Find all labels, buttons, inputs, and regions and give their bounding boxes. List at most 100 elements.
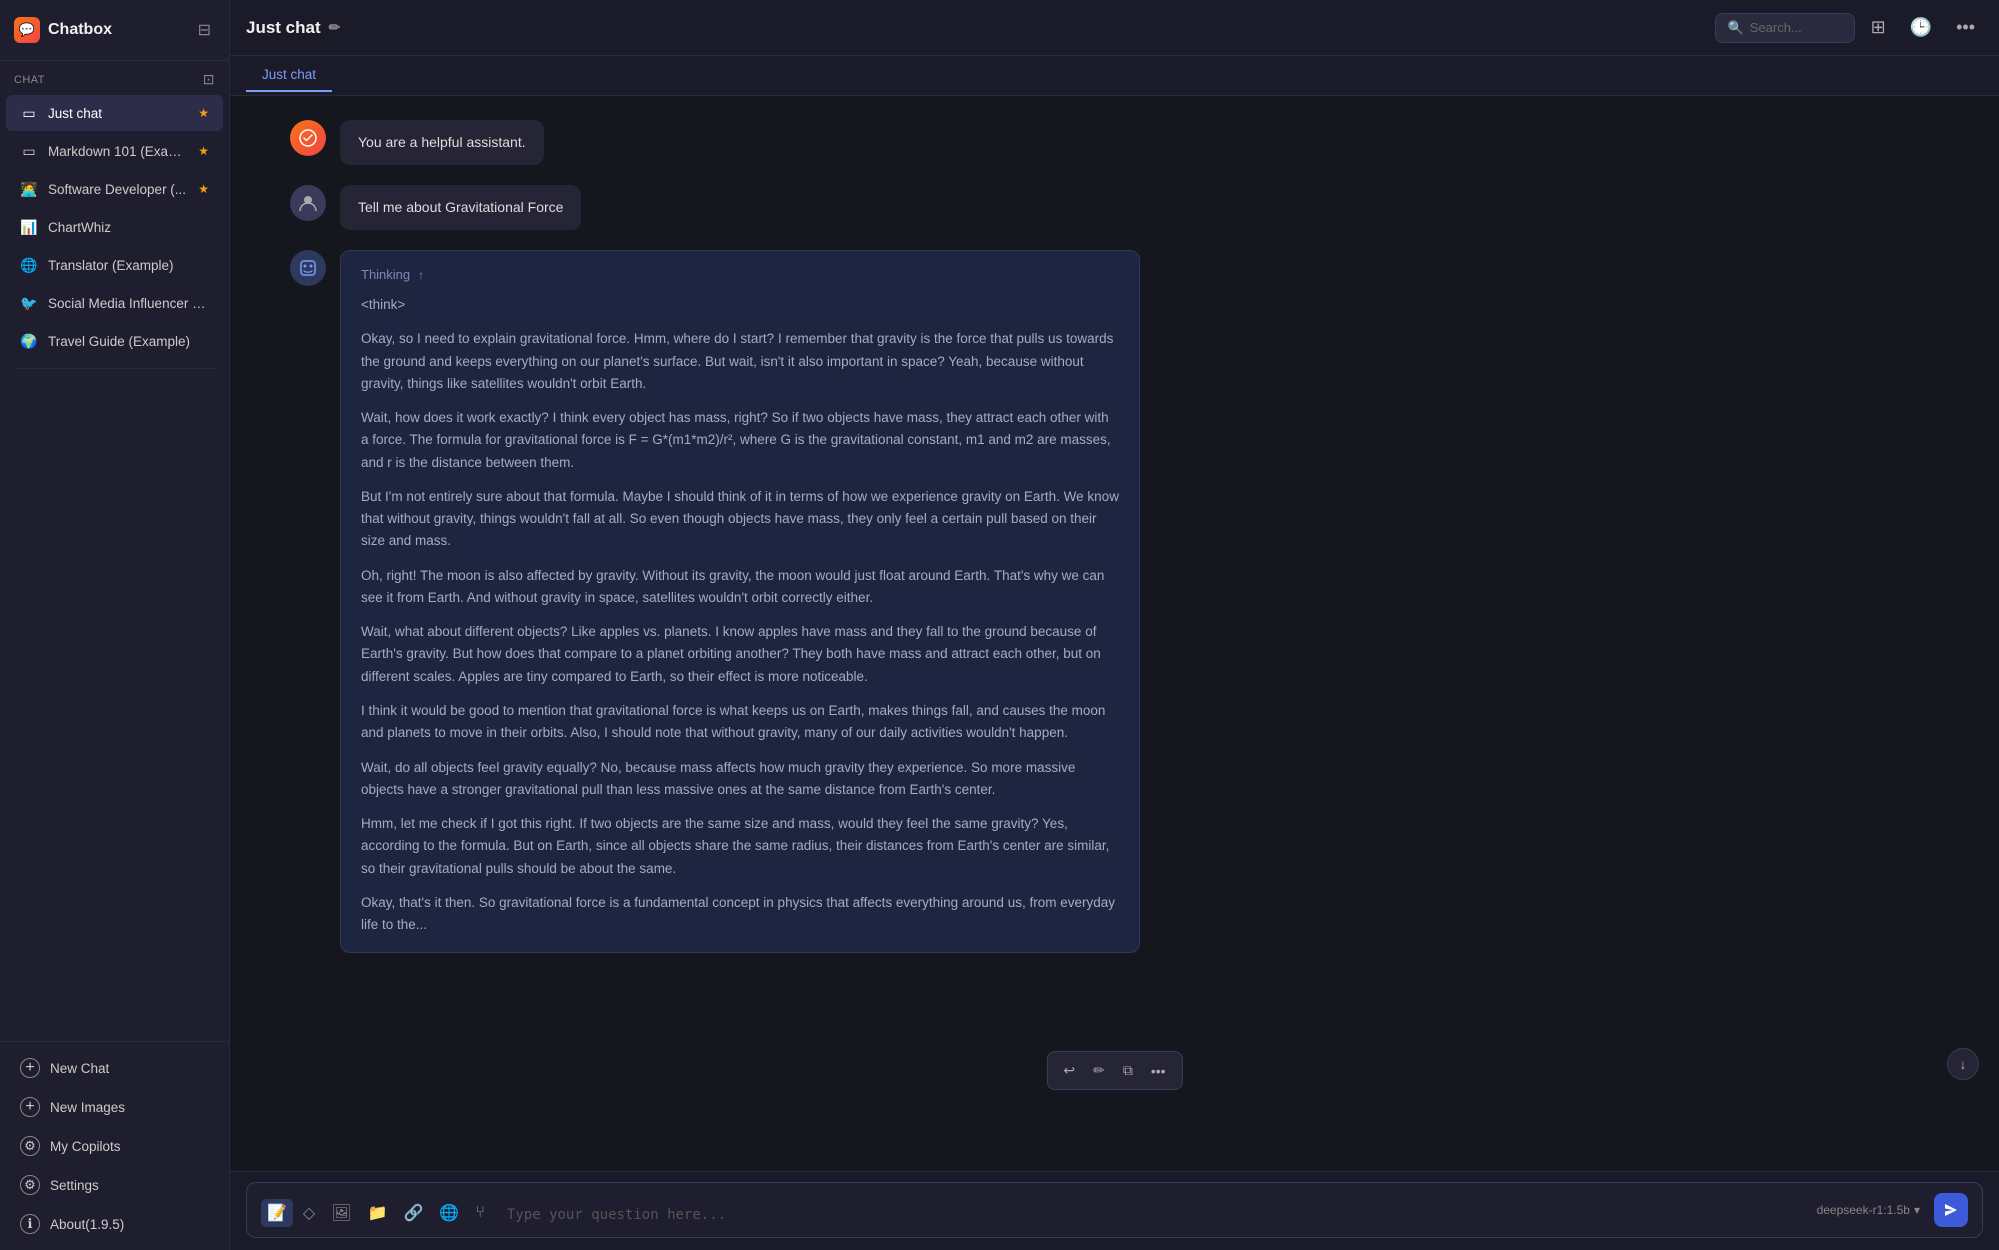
user-message-bubble: Tell me about Gravitational Force bbox=[340, 185, 581, 230]
user-message-row: Tell me about Gravitational Force bbox=[230, 185, 1999, 230]
thinking-header: Thinking ↑ bbox=[361, 267, 1119, 282]
settings-label: Settings bbox=[50, 1178, 99, 1193]
new-images-plus-icon: + bbox=[20, 1097, 40, 1117]
star-icon: ★ bbox=[198, 144, 209, 158]
input-right: deepseek-r1:1.5b ▾ bbox=[1811, 1193, 1968, 1227]
settings-button[interactable]: ⚙ Settings bbox=[6, 1166, 223, 1204]
sidebar-section-label: Chat ⊡ bbox=[0, 61, 229, 94]
sidebar-item-markdown[interactable]: ▭ Markdown 101 (Exam... ★ bbox=[6, 133, 223, 169]
floating-toolbar: ↩ ✏ ⧉ ••• bbox=[1046, 1051, 1182, 1090]
history-button[interactable]: 🕒 bbox=[1902, 13, 1940, 42]
user-message-text: Tell me about Gravitational Force bbox=[358, 199, 563, 215]
my-copilots-button[interactable]: ⚙ My Copilots bbox=[6, 1127, 223, 1165]
search-bar[interactable]: 🔍 Search... bbox=[1715, 13, 1855, 43]
sidebar-bottom: + New Chat + New Images ⚙ My Copilots ⚙ … bbox=[0, 1041, 229, 1250]
sidebar-divider bbox=[14, 368, 215, 369]
thinking-collapse-icon[interactable]: ↑ bbox=[418, 268, 424, 282]
text-tool-button[interactable]: 📝 bbox=[261, 1199, 293, 1227]
sidebar-item-label: Markdown 101 (Exam... bbox=[48, 144, 188, 159]
sidebar-item-label: ChartWhiz bbox=[48, 220, 209, 235]
chart-icon: 📊 bbox=[20, 218, 38, 236]
new-chat-plus-icon: + bbox=[20, 1058, 40, 1078]
sidebar-header: 💬 Chatbox ⊟ bbox=[0, 0, 229, 61]
sidebar-item-label: Translator (Example) bbox=[48, 258, 209, 273]
new-chat-button[interactable]: + New Chat bbox=[6, 1049, 223, 1087]
sidebar-item-travel-guide[interactable]: 🌍 Travel Guide (Example) bbox=[6, 323, 223, 359]
chat-icon: ▭ bbox=[20, 142, 38, 160]
folder-tool-button[interactable]: 📁 bbox=[362, 1199, 394, 1227]
link-tool-button[interactable]: 🔗 bbox=[397, 1199, 429, 1227]
layout-button[interactable]: ⊞ bbox=[1863, 13, 1894, 42]
thinking-para-6: I think it would be good to mention that… bbox=[361, 700, 1119, 745]
model-selector[interactable]: deepseek-r1:1.5b ▾ bbox=[1811, 1200, 1926, 1220]
search-placeholder: Search... bbox=[1750, 20, 1802, 35]
copy-button[interactable]: ⧉ bbox=[1115, 1056, 1141, 1085]
travel-icon: 🌍 bbox=[20, 332, 38, 350]
thinking-para-3: But I'm not entirely sure about that for… bbox=[361, 486, 1119, 553]
more-button[interactable]: ••• bbox=[1143, 1057, 1174, 1085]
tab-just-chat[interactable]: Just chat bbox=[246, 59, 332, 92]
system-message-row: You are a helpful assistant. bbox=[230, 120, 1999, 165]
model-chevron-icon: ▾ bbox=[1914, 1203, 1920, 1217]
social-icon: 🐦 bbox=[20, 294, 38, 312]
sidebar-item-translator[interactable]: 🌐 Translator (Example) bbox=[6, 247, 223, 283]
scroll-to-bottom-button[interactable]: ↓ bbox=[1947, 1048, 1979, 1080]
new-chat-label: New Chat bbox=[50, 1061, 109, 1076]
input-toolbar: 📝 ◇ 🖼 📁 🔗 🌐 ⑂ bbox=[261, 1199, 491, 1227]
branch-tool-button[interactable]: ⑂ bbox=[469, 1200, 491, 1226]
thinking-content: <think> Okay, so I need to explain gravi… bbox=[361, 294, 1119, 936]
tabs-bar: Just chat bbox=[230, 56, 1999, 96]
message-input[interactable] bbox=[507, 1205, 1801, 1227]
image-tool-button[interactable]: 🖼 bbox=[325, 1199, 357, 1227]
user-avatar bbox=[290, 185, 326, 221]
sidebar-toggle-button[interactable]: ⊟ bbox=[194, 16, 215, 44]
thinking-para-4: Oh, right! The moon is also affected by … bbox=[361, 565, 1119, 610]
model-label: deepseek-r1:1.5b bbox=[1817, 1203, 1910, 1217]
send-button[interactable] bbox=[1934, 1193, 1968, 1227]
more-options-button[interactable]: ••• bbox=[1948, 13, 1983, 42]
main-panel: Just chat ✏ 🔍 Search... ⊞ 🕒 ••• Just cha… bbox=[230, 0, 1999, 1250]
thinking-para-7: Wait, do all objects feel gravity equall… bbox=[361, 757, 1119, 802]
thinking-para-9: Okay, that's it then. So gravitational f… bbox=[361, 892, 1119, 937]
globe-tool-button[interactable]: 🌐 bbox=[433, 1199, 465, 1227]
add-chat-icon[interactable]: ⊡ bbox=[203, 71, 215, 88]
chat-area[interactable]: You are a helpful assistant. Tell me abo… bbox=[230, 96, 1999, 1171]
input-row: 📝 ◇ 🖼 📁 🔗 🌐 ⑂ deepseek-r1:1.5b ▾ bbox=[246, 1182, 1983, 1238]
thinking-para-5: Wait, what about different objects? Like… bbox=[361, 621, 1119, 688]
sidebar-item-just-chat[interactable]: ▭ Just chat ★ bbox=[6, 95, 223, 131]
software-dev-icon: 🧑‍💻 bbox=[20, 180, 38, 198]
new-images-button[interactable]: + New Images bbox=[6, 1088, 223, 1126]
thinking-para-2: Wait, how does it work exactly? I think … bbox=[361, 407, 1119, 474]
topbar-title: Just chat ✏ bbox=[246, 18, 1703, 38]
search-icon: 🔍 bbox=[1728, 20, 1744, 36]
topbar: Just chat ✏ 🔍 Search... ⊞ 🕒 ••• bbox=[230, 0, 1999, 56]
translator-icon: 🌐 bbox=[20, 256, 38, 274]
my-copilots-label: My Copilots bbox=[50, 1139, 121, 1154]
about-button[interactable]: ℹ About(1.9.5) bbox=[6, 1205, 223, 1243]
thinking-para-8: Hmm, let me check if I got this right. I… bbox=[361, 813, 1119, 880]
copilots-icon: ⚙ bbox=[20, 1136, 40, 1156]
sidebar-item-label: Travel Guide (Example) bbox=[48, 334, 209, 349]
sidebar-item-software-dev[interactable]: 🧑‍💻 Software Developer (... ★ bbox=[6, 171, 223, 207]
app-icon: 💬 bbox=[14, 17, 40, 43]
edit-title-icon[interactable]: ✏ bbox=[329, 19, 341, 36]
sidebar-item-chartwhiz[interactable]: 📊 ChartWhiz bbox=[6, 209, 223, 245]
bottom-bar: 📝 ◇ 🖼 📁 🔗 🌐 ⑂ deepseek-r1:1.5b ▾ bbox=[230, 1171, 1999, 1250]
sidebar-item-label: Social Media Influencer (E... bbox=[48, 296, 209, 311]
settings-icon: ⚙ bbox=[20, 1175, 40, 1195]
app-title: Chatbox bbox=[48, 21, 186, 39]
about-label: About(1.9.5) bbox=[50, 1217, 124, 1232]
eraser-tool-button[interactable]: ◇ bbox=[297, 1199, 321, 1227]
edit-button[interactable]: ✏ bbox=[1085, 1056, 1113, 1085]
main-wrapper: You are a helpful assistant. Tell me abo… bbox=[230, 96, 1999, 1250]
thinking-label: Thinking bbox=[361, 267, 410, 282]
thinking-para-0: <think> bbox=[361, 294, 1119, 316]
system-message-text: You are a helpful assistant. bbox=[358, 134, 526, 150]
ai-message-row: Thinking ↑ <think> Okay, so I need to ex… bbox=[230, 250, 1999, 953]
system-message-bubble: You are a helpful assistant. bbox=[340, 120, 544, 165]
system-avatar bbox=[290, 120, 326, 156]
sidebar-item-label: Software Developer (... bbox=[48, 182, 188, 197]
sidebar-item-social-media[interactable]: 🐦 Social Media Influencer (E... bbox=[6, 285, 223, 321]
undo-button[interactable]: ↩ bbox=[1055, 1056, 1083, 1085]
sidebar-item-label: Just chat bbox=[48, 106, 188, 121]
